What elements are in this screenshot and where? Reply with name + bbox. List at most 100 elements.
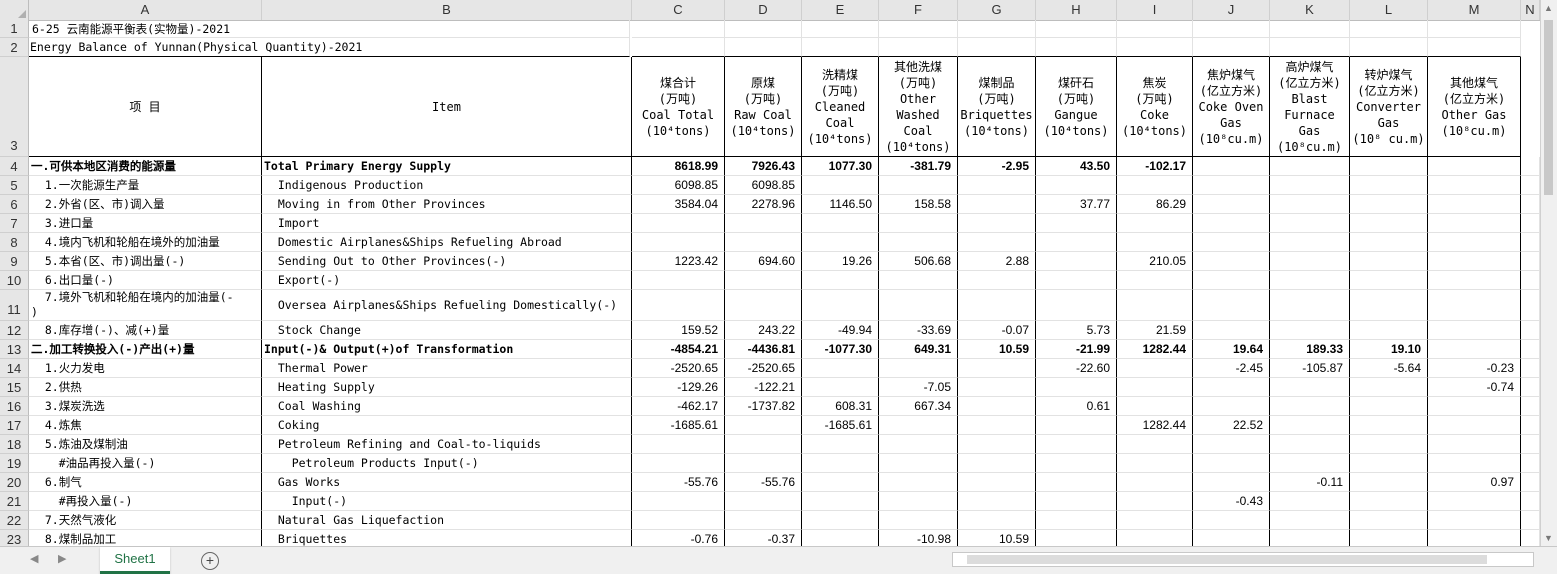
value-cell[interactable]	[1350, 195, 1428, 214]
value-cell[interactable]	[1270, 290, 1350, 321]
row-label-en[interactable]: Coal Washing	[262, 397, 632, 416]
value-cell[interactable]	[1270, 492, 1350, 511]
header-col-g[interactable]: 煤制品 (万吨) Briquettes (10⁴tons)	[958, 57, 1036, 157]
row-label-cn[interactable]: #油品再投入量(-)	[29, 454, 262, 473]
column-header-l[interactable]: L	[1350, 0, 1428, 20]
value-cell[interactable]: 1223.42	[632, 252, 725, 271]
value-cell[interactable]: -102.17	[1117, 157, 1193, 176]
blank-cell[interactable]	[1521, 397, 1540, 416]
row-label-cn[interactable]: 2.外省(区、市)调入量	[29, 195, 262, 214]
value-cell[interactable]	[958, 492, 1036, 511]
blank-cell[interactable]	[1521, 321, 1540, 340]
value-cell[interactable]: -2520.65	[725, 359, 802, 378]
value-cell[interactable]	[958, 195, 1036, 214]
row-label-cn[interactable]: 5.本省(区、市)调出量(-)	[29, 252, 262, 271]
value-cell[interactable]	[1117, 271, 1193, 290]
value-cell[interactable]: 2278.96	[725, 195, 802, 214]
blank-cell[interactable]	[1117, 20, 1193, 38]
value-cell[interactable]	[1428, 340, 1521, 359]
value-cell[interactable]: 19.26	[802, 252, 879, 271]
value-cell[interactable]	[1117, 473, 1193, 492]
value-cell[interactable]: -4436.81	[725, 340, 802, 359]
value-cell[interactable]	[1350, 157, 1428, 176]
value-cell[interactable]: -1077.30	[802, 340, 879, 359]
row-label-cn[interactable]: 8.库存增(-)、减(+)量	[29, 321, 262, 340]
value-cell[interactable]: 159.52	[632, 321, 725, 340]
header-col-f[interactable]: 其他洗煤 (万吨) Other Washed Coal (10⁴tons)	[879, 57, 958, 157]
value-cell[interactable]: 7926.43	[725, 157, 802, 176]
value-cell[interactable]	[1350, 492, 1428, 511]
header-col-h[interactable]: 煤矸石 (万吨) Gangue (10⁴tons)	[1036, 57, 1117, 157]
value-cell[interactable]	[1036, 473, 1117, 492]
value-cell[interactable]	[1270, 233, 1350, 252]
value-cell[interactable]: 86.29	[1117, 195, 1193, 214]
value-cell[interactable]	[879, 492, 958, 511]
value-cell[interactable]	[879, 435, 958, 454]
row-header-1[interactable]: 1	[0, 20, 29, 38]
value-cell[interactable]	[1270, 454, 1350, 473]
value-cell[interactable]	[879, 271, 958, 290]
row-header-21[interactable]: 21	[0, 492, 29, 511]
value-cell[interactable]	[958, 511, 1036, 530]
value-cell[interactable]	[958, 176, 1036, 195]
value-cell[interactable]	[1117, 530, 1193, 546]
value-cell[interactable]	[1270, 252, 1350, 271]
horizontal-scrollbar[interactable]	[952, 552, 1534, 567]
blank-cell[interactable]	[1270, 20, 1350, 38]
value-cell[interactable]	[1036, 492, 1117, 511]
blank-cell[interactable]	[1193, 20, 1270, 38]
value-cell[interactable]	[1117, 378, 1193, 397]
value-cell[interactable]	[1350, 378, 1428, 397]
value-cell[interactable]	[1350, 454, 1428, 473]
value-cell[interactable]	[1036, 530, 1117, 546]
value-cell[interactable]	[1193, 195, 1270, 214]
value-cell[interactable]: 10.59	[958, 340, 1036, 359]
row-label-cn[interactable]: 7.境外飞机和轮船在境内的加油量(-)	[29, 290, 262, 321]
value-cell[interactable]: 1146.50	[802, 195, 879, 214]
column-header-n[interactable]: N	[1521, 0, 1540, 20]
value-cell[interactable]	[632, 454, 725, 473]
value-cell[interactable]: -0.76	[632, 530, 725, 546]
row-label-cn[interactable]: 8.煤制品加工	[29, 530, 262, 546]
value-cell[interactable]: -1685.61	[802, 416, 879, 435]
row-label-cn[interactable]: 4.境内飞机和轮船在境外的加油量	[29, 233, 262, 252]
title-cn[interactable]: 6-25 云南能源平衡表(实物量)-2021	[29, 20, 630, 38]
next-sheet-icon[interactable]: ▶	[58, 552, 66, 565]
header-col-c[interactable]: 煤合计 (万吨) Coal Total (10⁴tons)	[632, 57, 725, 157]
value-cell[interactable]	[1270, 378, 1350, 397]
row-header-16[interactable]: 16	[0, 397, 29, 416]
value-cell[interactable]	[632, 290, 725, 321]
row-header-22[interactable]: 22	[0, 511, 29, 530]
value-cell[interactable]	[802, 492, 879, 511]
row-label-en[interactable]: Moving in from Other Provinces	[262, 195, 632, 214]
blank-cell[interactable]	[1521, 252, 1540, 271]
value-cell[interactable]	[879, 359, 958, 378]
row-label-cn[interactable]: 5.炼油及煤制油	[29, 435, 262, 454]
value-cell[interactable]: 649.31	[879, 340, 958, 359]
select-all-corner[interactable]	[0, 0, 29, 20]
row-label-cn[interactable]: 2.供热	[29, 378, 262, 397]
blank-cell[interactable]	[632, 38, 725, 57]
row-header-14[interactable]: 14	[0, 359, 29, 378]
value-cell[interactable]	[1428, 214, 1521, 233]
value-cell[interactable]: 6098.85	[725, 176, 802, 195]
value-cell[interactable]: -381.79	[879, 157, 958, 176]
value-cell[interactable]: -0.37	[725, 530, 802, 546]
blank-cell[interactable]	[1521, 340, 1540, 359]
value-cell[interactable]	[1117, 435, 1193, 454]
value-cell[interactable]	[1270, 271, 1350, 290]
blank-cell[interactable]	[1521, 214, 1540, 233]
value-cell[interactable]	[725, 511, 802, 530]
row-header-13[interactable]: 13	[0, 340, 29, 359]
value-cell[interactable]	[1270, 157, 1350, 176]
row-header-10[interactable]: 10	[0, 271, 29, 290]
blank-cell[interactable]	[958, 38, 1036, 57]
value-cell[interactable]	[1117, 176, 1193, 195]
value-cell[interactable]	[632, 271, 725, 290]
value-cell[interactable]	[1193, 473, 1270, 492]
header-col-k[interactable]: 高炉煤气 (亿立方米) Blast Furnace Gas (10⁸cu.m)	[1270, 57, 1350, 157]
value-cell[interactable]	[958, 214, 1036, 233]
blank-cell[interactable]	[958, 20, 1036, 38]
value-cell[interactable]	[802, 233, 879, 252]
value-cell[interactable]	[958, 416, 1036, 435]
